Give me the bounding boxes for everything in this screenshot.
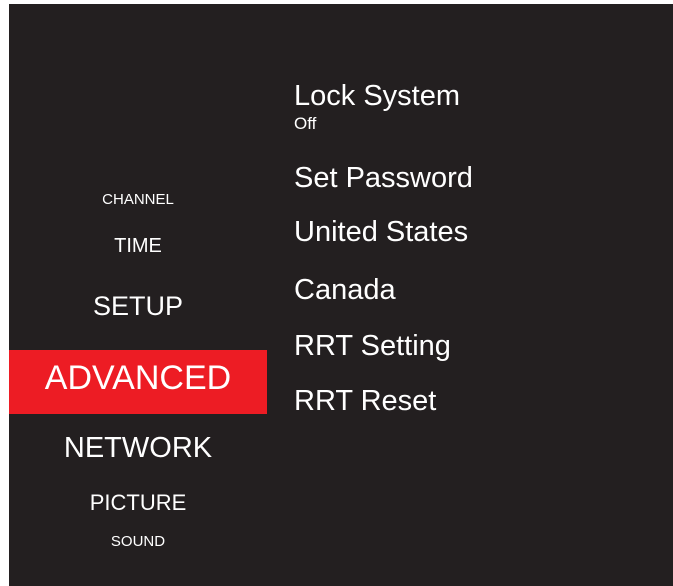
menu-item-network[interactable]: NETWORK [9,431,267,465]
advanced-options-menu: Lock System Off Set Password United Stat… [294,4,664,586]
lock-system-option[interactable]: Lock System [294,80,460,112]
rrt-setting-option[interactable]: RRT Setting [294,330,451,362]
category-menu: CHANNEL TIME SETUP ADVANCED NETWORK PICT… [9,4,267,586]
set-password-option[interactable]: Set Password [294,162,473,194]
menu-item-channel[interactable]: CHANNEL [9,190,267,210]
tv-settings-screen: CHANNEL TIME SETUP ADVANCED NETWORK PICT… [9,4,673,586]
menu-item-sound[interactable]: SOUND [9,532,267,552]
menu-item-time[interactable]: TIME [9,233,267,259]
menu-item-setup[interactable]: SETUP [9,289,267,323]
rrt-reset-option[interactable]: RRT Reset [294,385,436,417]
menu-item-picture[interactable]: PICTURE [9,489,267,517]
lock-system-value: Off [294,114,317,133]
canada-option[interactable]: Canada [294,274,396,306]
united-states-option[interactable]: United States [294,216,468,248]
menu-item-advanced[interactable]: ADVANCED [9,350,267,414]
